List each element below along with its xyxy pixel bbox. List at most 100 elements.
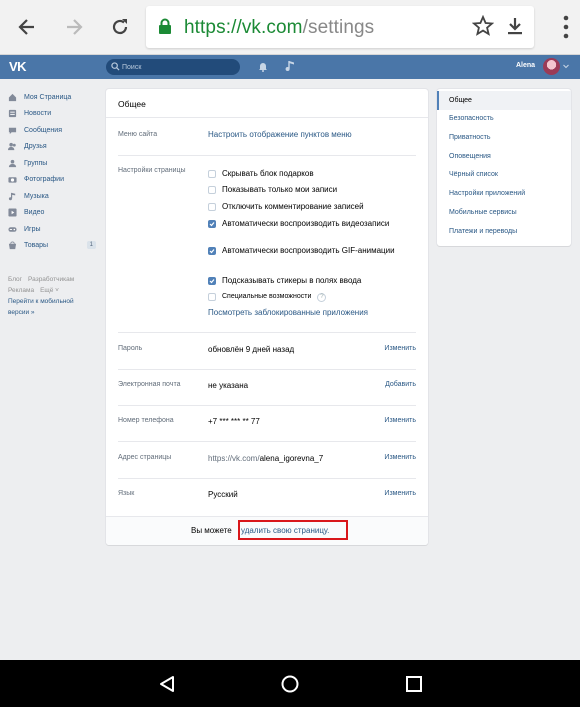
site-menu-link[interactable]: Настроить отображение пунктов меню: [208, 130, 352, 139]
divider: [118, 332, 416, 333]
user-name[interactable]: Alena: [516, 62, 535, 69]
avatar[interactable]: [543, 58, 560, 75]
search-input[interactable]: [122, 60, 232, 74]
settings-nav-item[interactable]: Общее: [437, 91, 571, 110]
sidebar-item[interactable]: Музыка: [8, 188, 98, 205]
password-change-link[interactable]: Изменить: [384, 345, 416, 352]
footer-link[interactable]: Разработчикам: [28, 276, 74, 283]
system-nav-bar: [0, 660, 580, 707]
settings-nav-item[interactable]: Приватность: [437, 128, 571, 147]
checkbox-checked[interactable]: [208, 247, 216, 255]
footer-link[interactable]: Реклама: [8, 287, 34, 294]
settings-card: Общее Меню сайта Настроить отображение п…: [106, 89, 428, 545]
email-add-link[interactable]: Добавить: [385, 381, 416, 388]
settings-checkbox[interactable]: Автоматически воспроизводить GIF-анимаци…: [208, 246, 398, 256]
phone-value: +7 *** *** ** 77: [208, 417, 260, 426]
footer-link[interactable]: Ещё ˅: [40, 287, 59, 294]
more-menu-icon[interactable]: [562, 14, 570, 40]
sidebar-item[interactable]: Друзья: [8, 139, 98, 156]
footer-link[interactable]: Блог: [8, 276, 22, 283]
delete-page-link[interactable]: удалить свою страницу.: [241, 526, 329, 535]
chevron-down-icon[interactable]: [563, 64, 569, 69]
checkbox-label: Скрывать блок подарков: [222, 169, 314, 178]
sidebar-item[interactable]: Игры: [8, 221, 98, 238]
camera-icon: [8, 175, 17, 184]
sidebar-item[interactable]: Фотографии: [8, 172, 98, 189]
phone-change-link[interactable]: Изменить: [384, 417, 416, 424]
triangle-back-icon: [160, 676, 174, 692]
checkbox-checked[interactable]: [208, 277, 216, 285]
settings-checkbox[interactable]: Подсказывать стикеры в полях ввода: [208, 276, 418, 286]
sidebar-item-label: Новости: [24, 110, 52, 118]
settings-checkbox[interactable]: Показывать только мои записи: [208, 185, 418, 195]
forward-arrow-icon: [67, 19, 83, 35]
bookmark-star-icon[interactable]: [472, 15, 494, 37]
system-back-button[interactable]: [156, 673, 178, 695]
music-icon: [8, 192, 17, 201]
settings-checkbox[interactable]: Автоматически воспроизводить видеозаписи: [208, 219, 398, 229]
music-note-icon[interactable]: [285, 60, 295, 72]
settings-nav-item[interactable]: Безопасность: [437, 109, 571, 128]
checkbox-label: Подсказывать стикеры в полях ввода: [222, 276, 362, 285]
messages-icon: [8, 126, 17, 135]
back-button[interactable]: [10, 10, 44, 44]
settings-nav-item[interactable]: Платежи и переводы: [437, 222, 571, 241]
system-recents-button[interactable]: [403, 673, 425, 695]
forward-button[interactable]: [57, 10, 91, 44]
mobile-version-link[interactable]: Перейти к мобильной версии »: [8, 296, 92, 318]
delete-page-highlight: удалить свою страницу.: [238, 520, 348, 540]
password-value: обновлён 9 дней назад: [208, 345, 295, 354]
divider: [118, 155, 416, 156]
sidebar-item[interactable]: Товары 1: [8, 238, 98, 255]
reload-icon: [112, 19, 128, 35]
reload-button[interactable]: [103, 10, 137, 44]
checkbox-unchecked[interactable]: [208, 170, 216, 178]
settings-checkbox[interactable]: Скрывать блок подарков: [208, 169, 418, 179]
checkbox-label: Автоматически воспроизводить видеозаписи: [222, 219, 390, 228]
circle-home-icon: [281, 675, 299, 693]
settings-nav-item[interactable]: Настройки приложений: [437, 184, 571, 203]
help-icon[interactable]: ?: [317, 293, 327, 302]
divider: [118, 369, 416, 370]
checkbox-unchecked[interactable]: [208, 203, 216, 211]
settings-checkbox[interactable]: Отключить комментирование записей: [208, 202, 418, 212]
checkbox-checked[interactable]: [208, 220, 216, 228]
sidebar-item[interactable]: Видео: [8, 205, 98, 222]
games-icon: [8, 225, 17, 234]
sidebar-item-label: Друзья: [24, 143, 47, 151]
checkbox-label: Показывать только мои записи: [222, 185, 338, 194]
settings-nav-item[interactable]: Оповещения: [437, 147, 571, 166]
search-icon: [111, 62, 120, 71]
address-prefix: https://vk.com/: [208, 454, 260, 463]
sidebar-item-label: Группы: [24, 159, 48, 167]
site-menu-label: Меню сайта: [118, 131, 158, 138]
address-label: Адрес страницы: [118, 454, 172, 461]
settings-nav-item[interactable]: Чёрный список: [437, 165, 571, 184]
address-bar[interactable]: https://vk.com/settings: [146, 6, 534, 48]
news-icon: [8, 109, 17, 118]
language-value[interactable]: Русский: [208, 490, 238, 499]
vk-logo[interactable]: VK: [9, 59, 27, 74]
address-username: alena_igorevna_7: [259, 454, 324, 463]
phone-label: Номер телефона: [118, 417, 174, 424]
language-change-link[interactable]: Изменить: [384, 490, 416, 497]
search-box[interactable]: [106, 59, 240, 75]
sidebar-item-label: Видео: [24, 209, 45, 217]
system-home-button[interactable]: [279, 673, 301, 695]
sidebar-item-label: Товары: [24, 242, 49, 250]
address-change-link[interactable]: Изменить: [384, 454, 416, 461]
settings-nav-item[interactable]: Мобильные сервисы: [437, 203, 571, 222]
sidebar-item[interactable]: Сообщения: [8, 122, 98, 139]
sidebar-item[interactable]: Новости: [8, 106, 98, 123]
sidebar-item-label: Музыка: [24, 192, 49, 200]
checkbox-unchecked[interactable]: [208, 293, 216, 301]
divider: [118, 405, 416, 406]
notifications-bell-icon[interactable]: [258, 61, 268, 72]
sidebar-item[interactable]: Моя Страница: [8, 89, 98, 106]
blocked-apps-link[interactable]: Посмотреть заблокированные приложения: [208, 308, 368, 317]
divider: [106, 117, 428, 118]
sidebar-item[interactable]: Группы: [8, 155, 98, 172]
checkbox-unchecked[interactable]: [208, 186, 216, 194]
download-icon[interactable]: [504, 15, 526, 37]
settings-checkbox[interactable]: Специальные возможности?: [208, 292, 418, 302]
